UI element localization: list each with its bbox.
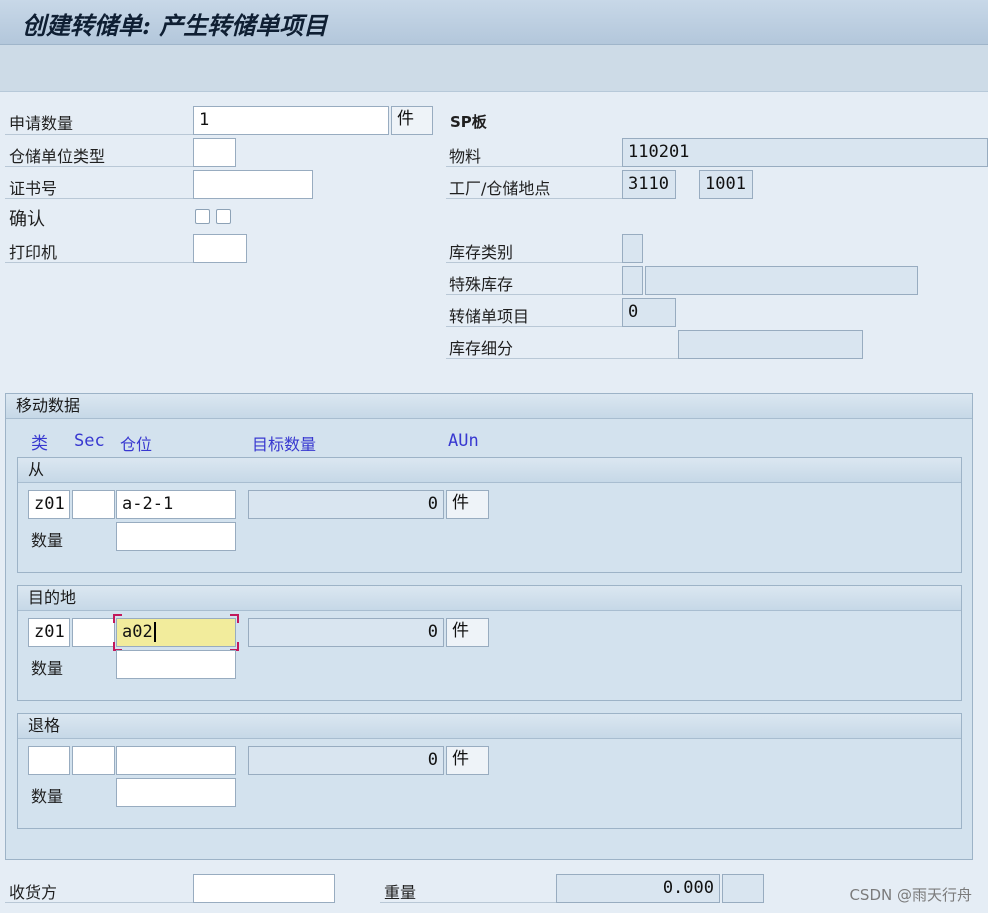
column-header-type: 类	[31, 434, 48, 454]
return-group-title: 退格	[18, 714, 961, 739]
destination-bin-input[interactable]: a02	[116, 618, 236, 647]
confirm-checkbox-2[interactable]	[216, 209, 231, 224]
stock-subdivision-label: 库存细分	[449, 339, 514, 358]
destination-unit-field[interactable]: 件	[446, 618, 489, 647]
printer-input[interactable]	[193, 234, 247, 263]
source-bin-input[interactable]: a-2-1	[116, 490, 236, 519]
column-header-bin: 仓位	[120, 435, 153, 454]
to-item-field[interactable]: 0	[622, 298, 676, 327]
plant-label: 工厂/仓储地点	[449, 179, 551, 198]
destination-group-title: 目的地	[18, 586, 961, 611]
divider	[5, 134, 193, 135]
to-item-label: 转储单项目	[449, 307, 530, 326]
destination-type-input[interactable]: z01	[28, 618, 70, 647]
destination-bin-value: a02	[122, 622, 153, 642]
storage-location-field[interactable]: 1001	[699, 170, 753, 199]
title-bar: 创建转储单: 产生转储单项目	[0, 0, 988, 45]
application-toolbar	[0, 45, 988, 92]
source-group-title: 从	[18, 458, 961, 483]
stock-category-label: 库存类别	[449, 243, 514, 262]
column-header-section: Sec	[74, 431, 105, 451]
movement-data-title: 移动数据	[6, 394, 972, 419]
special-stock-number-field[interactable]	[645, 266, 918, 295]
divider	[446, 294, 622, 295]
divider	[446, 262, 622, 263]
plant-field[interactable]: 3110	[622, 170, 676, 199]
divider	[446, 358, 678, 359]
divider	[5, 166, 193, 167]
watermark: CSDN @雨天行舟	[849, 886, 972, 904]
weight-unit-field[interactable]	[722, 874, 764, 903]
return-target-qty-field[interactable]: 0	[248, 746, 444, 775]
req-qty-unit-field[interactable]: 件	[391, 106, 433, 135]
source-qty-label: 数量	[31, 531, 64, 550]
divider	[5, 262, 193, 263]
stock-subdivision-field[interactable]	[678, 330, 863, 359]
return-type-input[interactable]	[28, 746, 70, 775]
divider	[446, 326, 622, 327]
source-qty-input[interactable]	[116, 522, 236, 551]
divider	[5, 198, 193, 199]
divider	[446, 198, 622, 199]
column-header-target-qty: 目标数量	[252, 435, 317, 454]
source-type-input[interactable]: z01	[28, 490, 70, 519]
destination-target-qty-field[interactable]: 0	[248, 618, 444, 647]
recipient-label: 收货方	[9, 883, 58, 902]
printer-label: 打印机	[9, 243, 58, 262]
destination-qty-label: 数量	[31, 659, 64, 678]
return-section-input[interactable]	[72, 746, 115, 775]
column-header-aun: AUn	[448, 431, 479, 451]
divider	[446, 166, 622, 167]
destination-qty-input[interactable]	[116, 650, 236, 679]
stock-category-field[interactable]	[622, 234, 643, 263]
weight-field[interactable]: 0.000	[556, 874, 720, 903]
special-stock-label: 特殊库存	[449, 275, 514, 294]
weight-label: 重量	[384, 883, 417, 902]
confirm-label: 确认	[9, 209, 45, 230]
divider	[5, 902, 193, 903]
source-target-qty-field[interactable]: 0	[248, 490, 444, 519]
req-qty-input[interactable]: 1	[193, 106, 389, 135]
page-title: 创建转储单: 产生转储单项目	[22, 11, 328, 40]
return-unit-field[interactable]: 件	[446, 746, 489, 775]
material-description: SP板	[450, 113, 487, 131]
confirm-checkbox-1[interactable]	[195, 209, 210, 224]
return-qty-input[interactable]	[116, 778, 236, 807]
source-section-input[interactable]	[72, 490, 115, 519]
return-qty-label: 数量	[31, 787, 64, 806]
su-type-input[interactable]	[193, 138, 236, 167]
special-stock-field[interactable]	[622, 266, 643, 295]
recipient-input[interactable]	[193, 874, 335, 903]
return-bin-input[interactable]	[116, 746, 236, 775]
material-field[interactable]: 110201	[622, 138, 988, 167]
source-unit-field[interactable]: 件	[446, 490, 489, 519]
su-type-label: 仓储单位类型	[9, 147, 106, 166]
cert-input[interactable]	[193, 170, 313, 199]
text-cursor	[153, 622, 156, 642]
cert-label: 证书号	[9, 179, 58, 198]
req-qty-label: 申请数量	[9, 114, 74, 133]
material-label: 物料	[449, 147, 482, 166]
divider	[380, 902, 556, 903]
destination-section-input[interactable]	[72, 618, 115, 647]
